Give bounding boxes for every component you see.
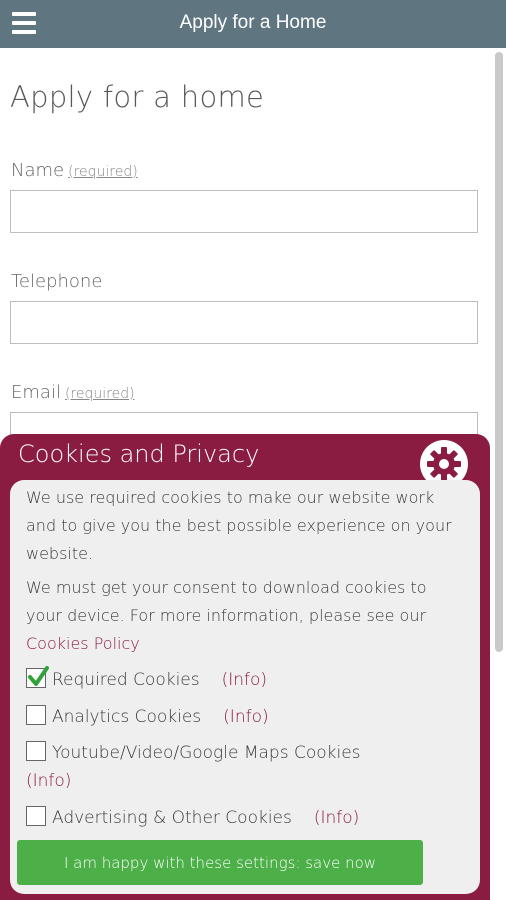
required-cookies-option[interactable]: Required Cookies (Info) [26, 666, 267, 690]
advertising-cookies-checkbox[interactable] [26, 806, 46, 826]
name-input[interactable] [10, 190, 478, 233]
name-required-note: (required) [68, 164, 138, 180]
name-label: Name (required) [11, 160, 138, 181]
video-cookies-label: Youtube/Video/Google Maps Cookies [52, 743, 361, 763]
cookie-consent-text: We must get your consent to download coo… [26, 574, 466, 658]
video-cookies-checkbox[interactable] [26, 741, 46, 761]
advertising-cookies-label: Advertising & Other Cookies [52, 808, 292, 828]
email-label-text: Email [11, 382, 61, 403]
page-title: Apply for a home [10, 80, 265, 114]
app-header: Apply for a Home [0, 0, 506, 48]
cookie-intro-text: We use required cookies to make our webs… [26, 488, 452, 563]
scrollbar-thumb[interactable] [495, 52, 503, 652]
page-scrollbar[interactable] [494, 52, 504, 897]
analytics-cookies-option[interactable]: Analytics Cookies (Info) [26, 705, 269, 727]
cookie-consent-panel: Cookies and Privacy We use required cook… [0, 434, 490, 900]
advertising-cookies-info-link[interactable]: (Info) [314, 808, 359, 828]
analytics-cookies-label: Analytics Cookies [52, 707, 202, 727]
cookie-panel-body: We use required cookies to make our webs… [10, 480, 480, 894]
telephone-label: Telephone [11, 271, 102, 292]
email-label: Email (required) [11, 382, 135, 403]
app-title: Apply for a Home [179, 12, 327, 33]
cookies-policy-link[interactable]: Cookies Policy [26, 634, 140, 653]
email-required-note: (required) [64, 386, 135, 402]
consent-text: We must get your consent to download coo… [26, 578, 427, 625]
video-cookies-info-link[interactable]: (Info) [26, 771, 71, 791]
required-cookies-checkbox[interactable] [26, 666, 49, 688]
advertising-cookies-option[interactable]: Advertising & Other Cookies (Info) [26, 806, 359, 828]
save-cookie-settings-button[interactable]: I am happy with these settings: save now [17, 840, 423, 885]
analytics-cookies-info-link[interactable]: (Info) [223, 707, 268, 727]
cookie-panel-title: Cookies and Privacy [18, 440, 260, 468]
required-cookies-label: Required Cookies [52, 670, 200, 690]
checkmark-icon [28, 666, 49, 686]
name-label-text: Name [11, 160, 65, 181]
required-cookies-info-link[interactable]: (Info) [222, 670, 267, 690]
analytics-cookies-checkbox[interactable] [26, 705, 46, 725]
telephone-label-text: Telephone [11, 271, 103, 292]
video-cookies-option[interactable]: Youtube/Video/Google Maps Cookies [26, 741, 361, 763]
telephone-input[interactable] [10, 301, 478, 344]
